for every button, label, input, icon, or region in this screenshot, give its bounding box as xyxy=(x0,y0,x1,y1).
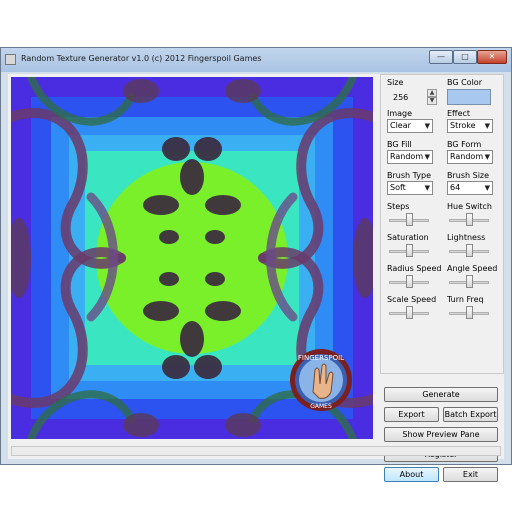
slider-thumb[interactable] xyxy=(466,213,473,226)
spin-down-icon[interactable]: ▼ xyxy=(427,97,437,105)
saturation-slider[interactable] xyxy=(389,244,429,258)
chevron-down-icon: ▼ xyxy=(484,153,490,161)
bg-color-swatch[interactable] xyxy=(447,89,491,105)
bg-color-label: BG Color xyxy=(447,78,482,87)
maximize-button[interactable]: □ xyxy=(453,50,477,64)
window-title: Random Texture Generator v1.0 (c) 2012 F… xyxy=(21,54,262,63)
slider-thumb[interactable] xyxy=(406,275,413,288)
batch-export-button[interactable]: Batch Export xyxy=(443,407,498,422)
angle-speed-slider[interactable] xyxy=(449,275,489,289)
app-window: Random Texture Generator v1.0 (c) 2012 F… xyxy=(0,47,512,482)
settings-panel: Size 256 ▲ ▼ BG Color Image Clear ▼ Effec… xyxy=(380,74,504,374)
size-value: 256 xyxy=(393,93,409,102)
show-preview-pane-button[interactable]: Show Preview Pane xyxy=(384,427,498,442)
size-spinner[interactable]: 256 ▲ ▼ xyxy=(387,89,439,107)
radius-speed-label: Radius Speed xyxy=(387,264,442,273)
slider-thumb[interactable] xyxy=(406,306,413,319)
chevron-down-icon: ▼ xyxy=(424,153,430,161)
angle-speed-label: Angle Speed xyxy=(447,264,498,273)
fingerspoil-logo: FINGERSPOIL GAMES xyxy=(289,348,353,412)
lightness-label: Lightness xyxy=(447,233,486,242)
generate-button[interactable]: Generate xyxy=(384,387,498,402)
hue-switch-label: Hue Switch xyxy=(447,202,492,211)
bg-form-value: Random xyxy=(450,152,484,161)
bg-form-select[interactable]: Random ▼ xyxy=(447,150,493,164)
saturation-label: Saturation xyxy=(387,233,429,242)
scale-speed-label: Scale Speed xyxy=(387,295,437,304)
turn-freq-label: Turn Freq xyxy=(447,295,484,304)
logo-text-top: FINGERSPOIL xyxy=(298,354,344,362)
bg-form-label: BG Form xyxy=(447,140,482,149)
brush-type-select[interactable]: Soft ▼ xyxy=(387,181,433,195)
export-button[interactable]: Export xyxy=(384,407,439,422)
steps-slider[interactable] xyxy=(389,213,429,227)
chevron-down-icon: ▼ xyxy=(424,122,430,130)
image-value: Clear xyxy=(390,121,411,130)
about-button[interactable]: About xyxy=(384,467,439,482)
image-label: Image xyxy=(387,109,413,118)
effect-label: Effect xyxy=(447,109,471,118)
image-select[interactable]: Clear ▼ xyxy=(387,119,433,133)
bg-fill-select[interactable]: Random ▼ xyxy=(387,150,433,164)
status-bar xyxy=(11,446,501,456)
brush-size-label: Brush Size xyxy=(447,171,490,180)
slider-thumb[interactable] xyxy=(406,244,413,257)
minimize-button[interactable]: — xyxy=(429,50,453,64)
chevron-down-icon: ▼ xyxy=(484,184,490,192)
chevron-down-icon: ▼ xyxy=(424,184,430,192)
hue-switch-slider[interactable] xyxy=(449,213,489,227)
spin-up-icon[interactable]: ▲ xyxy=(427,89,437,97)
logo-text-bottom: GAMES xyxy=(310,403,332,410)
slider-thumb[interactable] xyxy=(466,275,473,288)
steps-label: Steps xyxy=(387,202,410,211)
radius-speed-slider[interactable] xyxy=(389,275,429,289)
client-area: Size 256 ▲ ▼ BG Color Image Clear ▼ Effec… xyxy=(8,74,504,462)
app-icon xyxy=(5,54,16,65)
turn-freq-slider[interactable] xyxy=(449,306,489,320)
bg-fill-value: Random xyxy=(390,152,424,161)
brush-type-label: Brush Type xyxy=(387,171,432,180)
scale-speed-slider[interactable] xyxy=(389,306,429,320)
brush-size-select[interactable]: 64 ▼ xyxy=(447,181,493,195)
slider-thumb[interactable] xyxy=(406,213,413,226)
brush-type-value: Soft xyxy=(390,183,406,192)
close-button[interactable]: ✕ xyxy=(477,50,507,64)
effect-select[interactable]: Stroke ▼ xyxy=(447,119,493,133)
slider-thumb[interactable] xyxy=(466,244,473,257)
lightness-slider[interactable] xyxy=(449,244,489,258)
title-bar[interactable]: Random Texture Generator v1.0 (c) 2012 F… xyxy=(1,48,511,72)
brush-size-value: 64 xyxy=(450,183,461,192)
chevron-down-icon: ▼ xyxy=(484,122,490,130)
effect-value: Stroke xyxy=(450,121,476,130)
slider-thumb[interactable] xyxy=(466,306,473,319)
exit-button[interactable]: Exit xyxy=(443,467,498,482)
bg-fill-label: BG Fill xyxy=(387,140,412,149)
size-label: Size xyxy=(387,78,404,87)
